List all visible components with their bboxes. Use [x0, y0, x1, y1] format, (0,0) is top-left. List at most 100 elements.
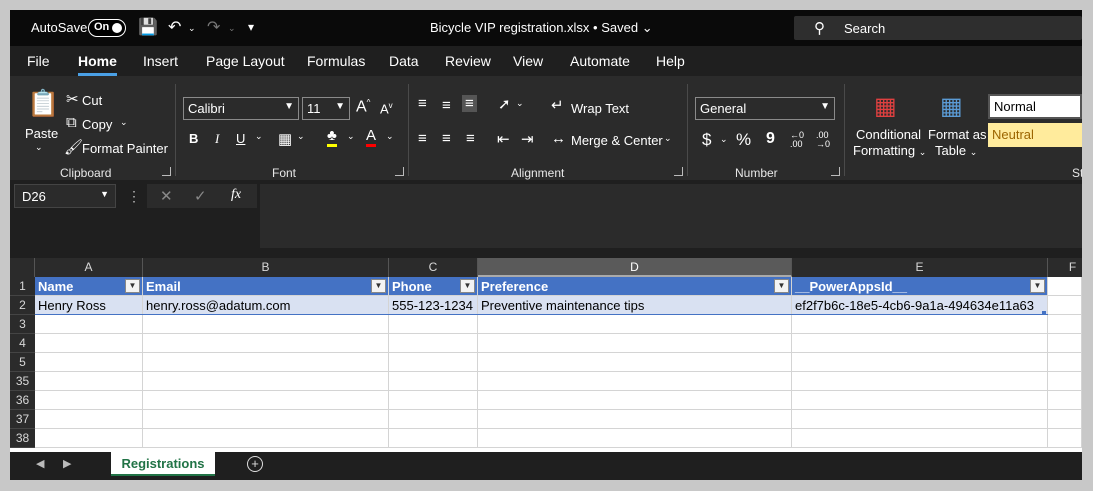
align-left-icon[interactable]: ≡ [418, 130, 427, 147]
merge-center-icon[interactable]: ↔ [551, 130, 566, 147]
column-header-a[interactable]: A [35, 258, 143, 277]
underline-dropdown-icon[interactable]: ⌄ [255, 131, 263, 142]
table-cell[interactable]: Henry Ross [35, 296, 143, 315]
align-right-icon[interactable]: ≡ [466, 130, 475, 147]
table-header-cell[interactable]: Phone ▼ [389, 277, 478, 296]
empty-cell[interactable] [389, 429, 478, 448]
number-launcher-icon[interactable] [831, 167, 840, 176]
empty-cell[interactable] [792, 372, 1048, 391]
table-resize-handle[interactable] [1042, 311, 1046, 315]
empty-cell[interactable] [1048, 334, 1082, 353]
select-all-corner[interactable] [10, 258, 35, 277]
align-center-icon[interactable]: ≡ [442, 130, 451, 147]
empty-cell[interactable] [1048, 296, 1082, 315]
decrease-indent-icon[interactable]: ⇤ [497, 130, 510, 148]
more-options-icon[interactable]: ⋮ [127, 188, 141, 205]
tab-view[interactable]: View [513, 53, 543, 69]
fill-color-dropdown-icon[interactable]: ⌄ [347, 131, 355, 142]
customize-qat-icon[interactable]: ▾ [248, 20, 254, 34]
filter-dropdown-icon[interactable]: ▼ [125, 279, 140, 293]
save-icon[interactable]: 💾 [138, 17, 158, 37]
tab-help[interactable]: Help [656, 53, 685, 69]
column-header-b[interactable]: B [143, 258, 389, 277]
cut-icon[interactable]: ✂ [66, 90, 79, 108]
undo-dropdown-icon[interactable]: ⌄ [188, 23, 196, 34]
borders-dropdown-icon[interactable]: ⌄ [297, 131, 305, 142]
empty-cell[interactable] [35, 410, 143, 429]
copy-button[interactable]: Copy [82, 117, 112, 132]
align-middle-icon[interactable]: ≡ [442, 97, 451, 114]
tab-home[interactable]: Home [78, 53, 117, 76]
style-neutral[interactable]: Neutral [988, 123, 1082, 147]
table-header-cell[interactable]: Name ▼ [35, 277, 143, 296]
align-top-icon[interactable]: ≡ [418, 95, 427, 112]
empty-cell[interactable] [792, 410, 1048, 429]
empty-cell[interactable] [792, 315, 1048, 334]
column-header-f[interactable]: F [1048, 258, 1082, 277]
paste-icon[interactable]: 📋 [27, 88, 59, 119]
conditional-formatting-button-line2[interactable]: Formatting ⌄ [853, 143, 926, 158]
empty-cell[interactable] [478, 334, 792, 353]
format-painter-icon[interactable]: 🖌 [64, 138, 83, 156]
empty-cell[interactable] [35, 391, 143, 410]
empty-cell[interactable] [143, 391, 389, 410]
tab-insert[interactable]: Insert [143, 53, 178, 69]
align-bottom-icon[interactable]: ≡ [462, 95, 477, 112]
redo-dropdown-icon[interactable]: ⌄ [228, 23, 236, 34]
decrease-decimal-button[interactable]: .00 →0 [816, 131, 830, 149]
row-header[interactable]: 4 [10, 334, 35, 353]
conditional-formatting-icon[interactable]: ▦ [874, 92, 897, 121]
table-header-cell[interactable]: Preference ▼ [478, 277, 792, 296]
empty-cell[interactable] [478, 353, 792, 372]
empty-cell[interactable] [1048, 315, 1082, 334]
empty-cell[interactable] [143, 429, 389, 448]
cancel-icon[interactable]: ✕ [160, 187, 173, 205]
empty-cell[interactable] [389, 353, 478, 372]
sheet-tab-registrations[interactable]: Registrations [111, 452, 215, 476]
name-box[interactable]: D26 ▼ [14, 184, 116, 208]
empty-cell[interactable] [389, 315, 478, 334]
empty-cell[interactable] [478, 410, 792, 429]
number-format-select[interactable]: General ▼ [695, 97, 835, 120]
search-box[interactable]: ⚲ Search [794, 16, 1082, 40]
filter-dropdown-icon[interactable]: ▼ [460, 279, 475, 293]
font-color-button[interactable]: A [366, 128, 377, 147]
empty-cell[interactable] [35, 334, 143, 353]
empty-cell[interactable] [1048, 372, 1082, 391]
empty-cell[interactable] [478, 429, 792, 448]
empty-cell[interactable] [1048, 429, 1082, 448]
empty-cell[interactable] [1048, 410, 1082, 429]
grow-font-button[interactable]: A^ [356, 98, 370, 116]
italic-button[interactable]: I [215, 131, 219, 147]
empty-cell[interactable] [478, 315, 792, 334]
font-launcher-icon[interactable] [395, 167, 404, 176]
merge-dropdown-icon[interactable]: ⌄ [664, 133, 672, 144]
insert-function-button[interactable]: fx [231, 187, 241, 203]
conditional-formatting-button[interactable]: Conditional [856, 127, 921, 142]
merge-center-button[interactable]: Merge & Center [571, 133, 663, 148]
percent-button[interactable]: % [736, 130, 751, 150]
empty-cell[interactable] [143, 410, 389, 429]
empty-cell[interactable] [389, 410, 478, 429]
empty-cell[interactable] [389, 334, 478, 353]
format-as-table-button-line2[interactable]: Table ⌄ [935, 143, 977, 158]
tab-page-layout[interactable]: Page Layout [206, 53, 285, 69]
tab-formulas[interactable]: Formulas [307, 53, 365, 69]
font-family-select[interactable]: Calibri ▼ [183, 97, 299, 120]
empty-cell[interactable] [1048, 353, 1082, 372]
orientation-icon[interactable]: ➚ [498, 95, 511, 113]
copy-icon[interactable]: ⧉ [66, 114, 77, 131]
table-header-cell[interactable]: Email ▼ [143, 277, 389, 296]
comma-style-button[interactable]: 9 [766, 130, 775, 148]
borders-icon[interactable]: ▦ [278, 130, 292, 148]
row-header[interactable]: 1 [10, 277, 35, 296]
table-cell[interactable]: ef2f7b6c-18e5-4cb6-9a1a-494634e11a63 [792, 296, 1048, 315]
column-header-e[interactable]: E [792, 258, 1048, 277]
empty-cell[interactable] [792, 353, 1048, 372]
scroll-right-icon[interactable]: ▶ [63, 457, 71, 470]
format-as-table-icon[interactable]: ▦ [940, 92, 963, 121]
column-header-c[interactable]: C [389, 258, 478, 277]
redo-icon[interactable]: ↷ [207, 17, 220, 37]
paste-dropdown-icon[interactable]: ⌄ [35, 142, 43, 153]
clipboard-launcher-icon[interactable] [162, 167, 171, 176]
